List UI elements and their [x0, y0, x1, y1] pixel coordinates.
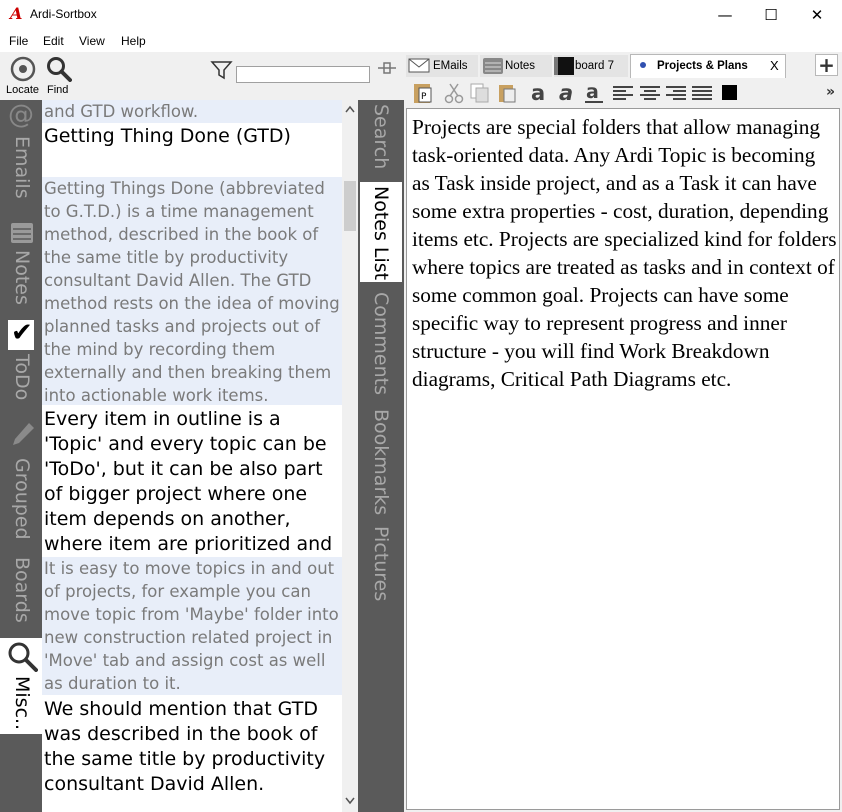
close-button[interactable]: ✕ — [794, 0, 840, 31]
magnifier-icon — [47, 57, 72, 82]
tab-emails-doc[interactable]: EMails — [406, 55, 478, 77]
tab-emails-doc-label: EMails — [433, 60, 468, 72]
svg-text:a: a — [586, 82, 599, 103]
tab-emails[interactable]: @ Emails — [0, 100, 42, 218]
tab-todo-label: ToDo — [11, 354, 33, 401]
paste-icon[interactable] — [496, 82, 518, 104]
tab-board-doc[interactable]: board 7 — [554, 55, 628, 77]
tab-emails-label: Emails — [11, 136, 33, 199]
tab-grouped[interactable]: Grouped — [0, 418, 42, 553]
editor-text[interactable]: Projects are special folders that allow … — [412, 113, 838, 393]
tab-boards-label: Boards — [11, 557, 33, 623]
notebook-icon — [11, 223, 33, 243]
svg-text:P: P — [421, 92, 427, 102]
left-tab-bar: @ Emails Notes ✔ ToDo Grouped Boards Mis… — [0, 100, 42, 812]
at-icon: @ — [8, 100, 34, 130]
list-item[interactable]: Every item in outline is a 'Topic' and e… — [42, 407, 342, 557]
bold-icon[interactable]: a — [529, 82, 551, 104]
filter-icon[interactable] — [210, 59, 234, 81]
filter-options-icon[interactable] — [376, 61, 398, 75]
tab-bookmarks-label: Bookmarks — [370, 409, 392, 516]
find-button[interactable]: Find — [44, 55, 74, 97]
filter-input[interactable] — [236, 66, 370, 83]
menu-file[interactable]: File — [9, 34, 28, 48]
align-left-icon[interactable] — [611, 82, 635, 104]
menu-edit[interactable]: Edit — [43, 34, 64, 48]
scroll-up-icon[interactable] — [344, 104, 356, 114]
dot-icon — [640, 62, 646, 68]
tab-misc[interactable]: Misc.. — [0, 638, 42, 734]
tab-notes-list[interactable]: Notes List — [360, 182, 402, 282]
tab-notes-doc-label: Notes — [505, 60, 536, 72]
copy-icon[interactable] — [469, 82, 491, 104]
tab-search-label: Search — [370, 104, 392, 170]
underline-icon[interactable]: a — [583, 82, 605, 104]
note-text: It is easy to move topics in and out of … — [44, 559, 339, 693]
find-label: Find — [47, 84, 69, 96]
tab-boards[interactable]: Boards — [0, 553, 42, 638]
tab-search[interactable]: Search — [358, 100, 404, 178]
note-editor[interactable]: Projects are special folders that allow … — [406, 108, 840, 810]
board-icon — [554, 57, 574, 75]
right-tab-bar: Search Notes List Comments Bookmarks Pic… — [358, 100, 404, 812]
minimize-button[interactable]: — — [702, 0, 748, 31]
tab-comments-label: Comments — [370, 292, 392, 395]
tab-notes-doc[interactable]: Notes — [480, 55, 552, 77]
window-title: Ardi-Sortbox — [30, 7, 97, 21]
list-item[interactable]: and GTD workflow. — [42, 100, 342, 123]
note-text: Every item in outline is a 'Topic' and e… — [44, 408, 333, 555]
align-justify-icon[interactable] — [690, 82, 714, 104]
align-right-icon[interactable] — [664, 82, 688, 104]
checkmark-icon: ✔ — [8, 318, 34, 350]
note-text: We should mention that GTD was described… — [44, 698, 326, 795]
list-item[interactable]: Getting Things Done (abbreviated to G.T.… — [42, 177, 342, 405]
tab-notes[interactable]: Notes — [0, 218, 42, 318]
tab-comments[interactable]: Comments — [358, 288, 404, 400]
align-center-icon[interactable] — [638, 82, 662, 104]
envelope-icon — [408, 58, 430, 73]
svg-text:a: a — [559, 82, 573, 104]
tab-bookmarks[interactable]: Bookmarks — [358, 405, 404, 520]
toolbar-overflow-icon[interactable]: » — [826, 84, 835, 100]
cut-icon[interactable] — [443, 82, 465, 104]
tab-notes-label: Notes — [11, 250, 33, 305]
locate-label: Locate — [6, 84, 40, 96]
list-item[interactable]: We should mention that GTD was described… — [42, 697, 342, 812]
tab-pictures[interactable]: Pictures — [358, 522, 404, 607]
notebook-icon — [483, 58, 503, 74]
locate-button[interactable]: Locate — [4, 55, 40, 97]
menu-view[interactable]: View — [79, 34, 105, 48]
notes-list[interactable]: and GTD workflow. Getting Thing Done (GT… — [42, 100, 342, 812]
magnifier-icon — [8, 642, 38, 672]
tab-grouped-label: Grouped — [11, 458, 33, 540]
title-bar: A Ardi-Sortbox — ☐ ✕ — [0, 0, 842, 31]
tab-notes-list-label: Notes List — [370, 186, 392, 281]
add-tab-button[interactable]: + — [815, 54, 838, 76]
maximize-button[interactable]: ☐ — [748, 0, 794, 31]
locate-icon — [10, 56, 36, 82]
tab-misc-label: Misc.. — [11, 676, 33, 731]
tab-projects-doc-label: Projects & Plans — [657, 60, 748, 72]
tab-todo[interactable]: ✔ ToDo — [0, 318, 42, 418]
note-text: Getting Things Done (abbreviated to G.T.… — [44, 179, 340, 405]
tab-pictures-label: Pictures — [370, 526, 392, 602]
menu-bar: File Edit View Help — [0, 31, 842, 52]
italic-icon[interactable]: a — [556, 82, 578, 104]
menu-help[interactable]: Help — [121, 34, 146, 48]
svg-text:a: a — [531, 82, 545, 104]
scrollbar-thumb[interactable] — [344, 181, 356, 231]
tab-board-doc-label: board 7 — [575, 60, 615, 72]
list-item[interactable]: It is easy to move topics in and out of … — [42, 557, 342, 695]
list-item[interactable]: Getting Thing Done (GTD) — [42, 124, 342, 176]
marker-icon — [13, 423, 34, 445]
scroll-down-icon[interactable] — [344, 796, 356, 806]
text-color-icon[interactable] — [722, 85, 737, 100]
tab-projects-doc[interactable]: Projects & Plans X — [630, 54, 786, 78]
paste-special-icon[interactable]: P — [411, 82, 433, 104]
app-logo-icon: A — [10, 4, 23, 23]
note-title: Getting Thing Done (GTD) — [44, 125, 291, 147]
tab-close-button[interactable]: X — [770, 56, 779, 76]
